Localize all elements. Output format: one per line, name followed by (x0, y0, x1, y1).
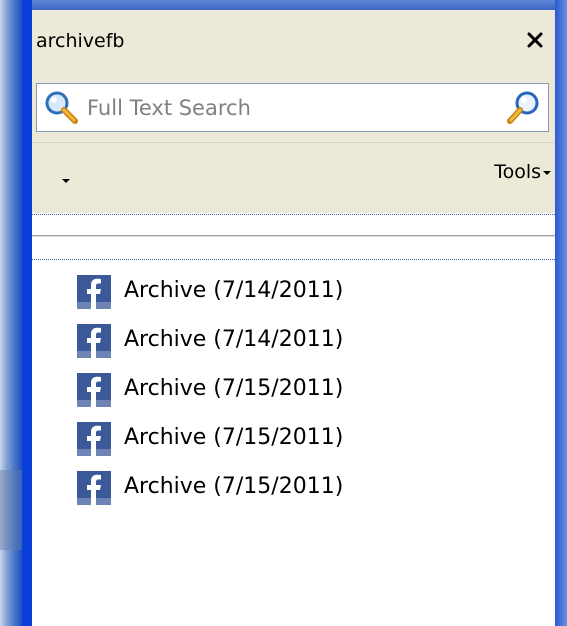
filter-divider (32, 235, 555, 237)
list-item-label: Archive (7/14/2011) (124, 327, 344, 352)
toolbar: Tools (32, 142, 555, 213)
view-dropdown-button[interactable] (56, 171, 76, 191)
archive-pane: archivefb Full Text Search Tools Archive… (32, 10, 555, 626)
filter-field[interactable] (32, 214, 555, 260)
search-go-icon[interactable] (506, 89, 542, 125)
tools-label: Tools (494, 161, 541, 183)
pane-header: archivefb (32, 10, 555, 74)
close-icon (527, 32, 543, 48)
facebook-icon (77, 275, 111, 309)
facebook-icon (77, 471, 111, 505)
tools-dropdown-icon (543, 171, 551, 175)
facebook-icon (77, 422, 111, 456)
magnifier-icon (43, 89, 79, 125)
list-item[interactable]: Archive (7/14/2011) (32, 268, 555, 317)
search-box (36, 83, 549, 132)
list-item[interactable]: Archive (7/15/2011) (32, 415, 555, 464)
window-top-edge (0, 0, 567, 10)
pane-title: archivefb (36, 30, 125, 52)
search-input[interactable] (87, 84, 487, 131)
close-button[interactable] (521, 26, 549, 54)
list-item-label: Archive (7/14/2011) (124, 278, 344, 303)
window-left-border (22, 0, 32, 626)
list-item[interactable]: Archive (7/15/2011) (32, 366, 555, 415)
facebook-icon (77, 373, 111, 407)
chevron-down-icon (62, 179, 70, 183)
facebook-icon (77, 324, 111, 358)
window-left-strip (0, 0, 22, 626)
list-item-label: Archive (7/15/2011) (124, 376, 344, 401)
search-area (32, 74, 555, 142)
window-right-border (555, 0, 567, 626)
list-item[interactable]: Archive (7/14/2011) (32, 317, 555, 366)
list-item-label: Archive (7/15/2011) (124, 425, 344, 450)
archive-list: Archive (7/14/2011) Archive (7/14/2011) … (32, 268, 555, 513)
list-item-label: Archive (7/15/2011) (124, 474, 344, 499)
list-item[interactable]: Archive (7/15/2011) (32, 464, 555, 513)
tools-menu-button[interactable]: Tools (494, 161, 551, 183)
